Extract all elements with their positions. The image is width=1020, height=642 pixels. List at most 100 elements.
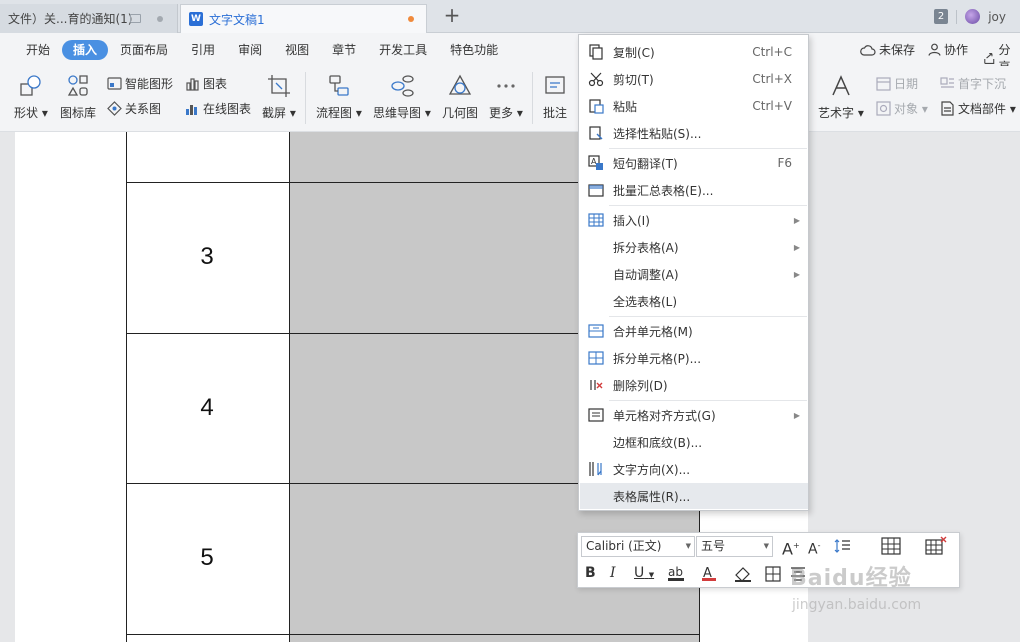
wordart-button[interactable]: 艺术字 ▾ [818, 74, 864, 121]
date-button[interactable]: 日期 [876, 74, 918, 92]
more-button[interactable]: 更多 ▾ [489, 74, 523, 121]
menu-item-split-cells[interactable]: 拆分单元格(P)... [580, 345, 808, 371]
tab-home[interactable]: 开始 [15, 40, 61, 60]
menu-item-split-table[interactable]: 拆分表格(A) ▶ [580, 234, 808, 260]
flowchart-button[interactable]: 流程图 ▾ [316, 74, 362, 121]
table-row[interactable] [126, 634, 290, 642]
menu-item-translate[interactable]: A 短句翻译(T) F6 [580, 150, 808, 176]
new-tab-button[interactable]: + [440, 4, 464, 28]
menu-item-autofit[interactable]: 自动调整(A) ▶ [580, 261, 808, 287]
menu-item-batch-table[interactable]: 批量汇总表格(E)... [580, 177, 808, 203]
tab-page-layout[interactable]: 页面布局 [109, 40, 179, 60]
font-family-select[interactable]: Calibri (正文) ▼ [581, 536, 695, 557]
menu-item-cut[interactable]: 剪切(T) Ctrl+X [580, 66, 808, 92]
shape-button[interactable]: 形状 ▾ [14, 74, 48, 121]
relation-chart-button[interactable]: 关系图 [107, 99, 161, 117]
menu-item-select-table[interactable]: 全选表格(L) [580, 288, 808, 314]
submenu-arrow-icon: ▶ [793, 269, 800, 279]
paste-icon [589, 99, 604, 114]
menu-item-paste-special[interactable]: 选择性粘贴(S)... [580, 120, 808, 146]
doc-parts-button[interactable]: 文档部件 ▾ [940, 99, 1016, 117]
tab-section[interactable]: 章节 [321, 40, 367, 60]
title-tab-bar: 文件）关...育的通知(1) W 文字文稿1 + 2 joy [0, 0, 1020, 33]
grow-font-button[interactable]: A+ [782, 536, 800, 558]
table-insert-icon [588, 213, 604, 227]
shrink-font-button[interactable]: A- [808, 536, 820, 558]
menu-item-cell-align[interactable]: 单元格对齐方式(G) ▶ [580, 402, 808, 428]
delete-column-icon [590, 380, 603, 390]
italic-button[interactable]: I [610, 563, 616, 583]
tab-special[interactable]: 特色功能 [439, 40, 509, 60]
object-button[interactable]: 对象 ▾ [876, 99, 928, 117]
menu-shortcut: Ctrl+X [752, 72, 792, 86]
collab-button[interactable]: 协作 [928, 41, 968, 58]
font-family-value: Calibri (正文) [586, 539, 662, 553]
font-size-value: 五号 [701, 539, 726, 553]
menu-label: 全选表格(L) [613, 294, 678, 309]
chevron-down-icon: ▼ [685, 542, 691, 550]
table-cell-selected[interactable] [289, 634, 700, 642]
menu-label: 自动调整(A) [613, 267, 679, 282]
menu-shortcut: Ctrl+C [752, 45, 792, 59]
row-number-cell: 4 [200, 394, 214, 421]
menu-item-borders-shading[interactable]: 边框和底纹(B)... [580, 429, 808, 455]
more-dots-icon [497, 84, 515, 88]
border-icon[interactable] [764, 565, 782, 583]
chevron-down-icon: ▼ [763, 542, 769, 550]
insert-table-icon[interactable] [880, 536, 902, 556]
wordart-label: 艺术字 ▾ [818, 106, 864, 120]
font-color-icon[interactable]: A [700, 565, 720, 583]
dropcap-label: 首字下沉 [958, 76, 1007, 91]
username[interactable]: joy [988, 10, 1006, 24]
menu-label: 表格属性(R)... [613, 489, 691, 504]
unsaved-button[interactable]: 未保存 [860, 41, 915, 58]
online-chart-button[interactable]: 在线图表 [185, 99, 251, 117]
screenshot-icon [267, 75, 290, 97]
highlight-icon[interactable]: ab [666, 565, 690, 583]
tab-status-dot [157, 15, 163, 22]
menu-label: 文字方向(X)... [613, 462, 691, 477]
smart-shape-button[interactable]: 智能图形 [107, 74, 173, 92]
tab-developer[interactable]: 开发工具 [368, 40, 438, 60]
tab-active-document[interactable]: W 文字文稿1 [180, 4, 427, 33]
mindmap-button[interactable]: 思维导图 ▾ [373, 74, 431, 121]
shading-fill-icon[interactable] [733, 565, 755, 583]
tab-view[interactable]: 视图 [274, 40, 320, 60]
tab-document-notice[interactable]: 文件）关...育的通知(1) [0, 4, 178, 33]
icon-library-button[interactable]: 图标库 [60, 74, 96, 121]
line-spacing-icon[interactable] [834, 538, 854, 554]
split-cells-icon [588, 351, 604, 365]
screenshot-button[interactable]: 截屏 ▾ [262, 74, 296, 121]
geometry-button[interactable]: 几何图 [442, 74, 478, 121]
menu-item-delete-column[interactable]: 删除列(D) [580, 372, 808, 398]
collab-label: 协作 [944, 43, 969, 57]
menu-item-paste[interactable]: 粘贴 Ctrl+V [580, 93, 808, 119]
menu-item-table-properties[interactable]: 表格属性(R)... [580, 483, 808, 509]
menu-label: 单元格对齐方式(G) [613, 408, 716, 423]
tab-review[interactable]: 审阅 [227, 40, 273, 60]
object-label: 对象 ▾ [894, 101, 928, 116]
dropcap-button[interactable]: 首字下沉 [940, 74, 1006, 92]
translate-icon: A [588, 155, 603, 170]
underline-button[interactable]: U ▼ [634, 563, 654, 583]
comment-button[interactable]: 批注 [543, 74, 567, 121]
tab-insert[interactable]: 插入 [62, 39, 109, 60]
table-cell[interactable] [126, 132, 290, 183]
writer-doc-icon: W [189, 12, 203, 26]
menu-separator [609, 400, 807, 401]
bar-chart-icon [186, 77, 199, 91]
tab-references[interactable]: 引用 [180, 40, 226, 60]
menu-item-copy[interactable]: 复制(C) Ctrl+C [580, 39, 808, 65]
divider [956, 9, 958, 24]
ribbon-toolbar: 形状 ▾ 图标库 智能图形 关系图 图表 在线图表 截屏 ▾ 流程图 ▾ 思维导… [0, 66, 1020, 132]
font-size-select[interactable]: 五号 ▼ [696, 536, 773, 557]
menu-item-insert[interactable]: 插入(I) ▶ [580, 207, 808, 233]
menu-shortcut: Ctrl+V [752, 99, 792, 113]
menu-item-text-direction[interactable]: 文字方向(X)... [580, 456, 808, 482]
window-count-badge[interactable]: 2 [933, 9, 949, 24]
bold-button[interactable]: B [585, 563, 596, 583]
chart-button[interactable]: 图表 [185, 74, 227, 92]
delete-table-icon[interactable] [924, 536, 948, 556]
avatar[interactable] [965, 9, 981, 24]
menu-item-merge-cells[interactable]: 合并单元格(M) [580, 318, 808, 344]
